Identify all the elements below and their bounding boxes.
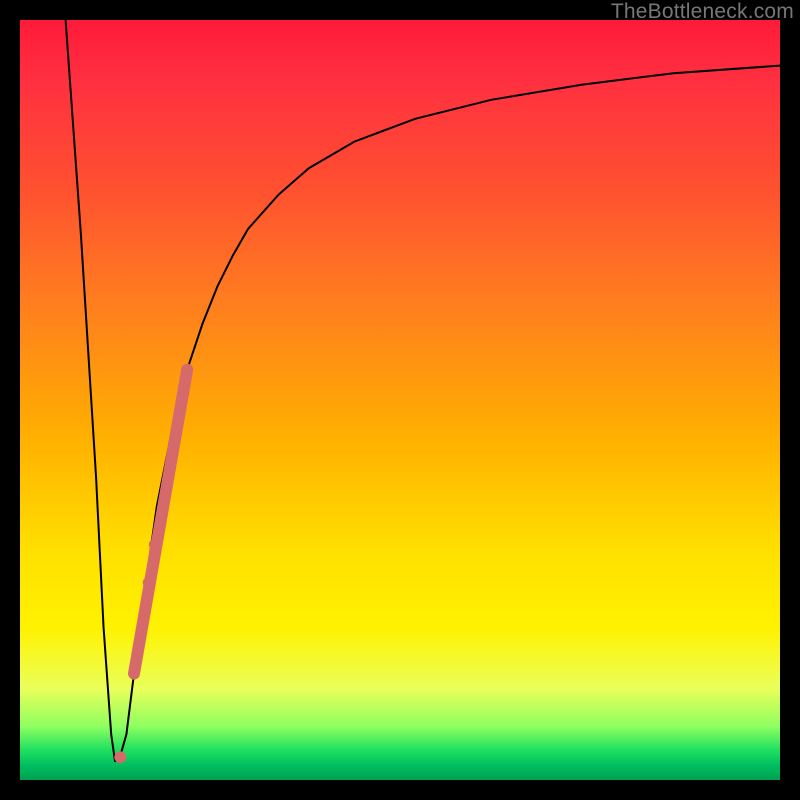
highlight-segment <box>134 370 187 674</box>
plot-area <box>20 20 780 780</box>
outer-frame: TheBottleneck.com <box>0 0 800 800</box>
bottleneck-curve <box>66 20 780 761</box>
curve-marker <box>114 751 126 763</box>
curve-marker <box>149 539 159 549</box>
chart-svg <box>20 20 780 780</box>
curve-marker <box>143 577 153 587</box>
